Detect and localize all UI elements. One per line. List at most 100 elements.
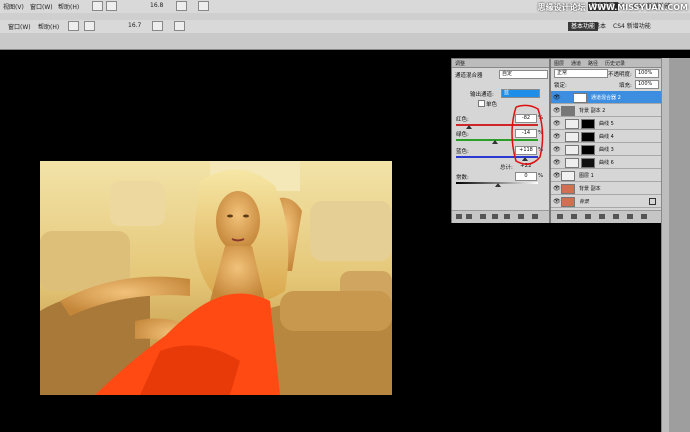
view-previous-icon[interactable] [504,214,510,219]
zoom-level[interactable]: 16.7 [128,22,141,29]
opacity-label: 不透明度: [608,72,632,78]
zoom-level[interactable]: 16.8 [150,2,163,9]
output-channel-dropdown[interactable]: 蓝 [501,89,540,98]
grid-icon[interactable] [92,1,103,11]
eye-icon[interactable]: 👁 [553,133,561,140]
layer-row[interactable]: 👁 曲线 3 [551,143,661,156]
eye-icon[interactable]: 👁 [553,185,561,192]
back-arrow-icon[interactable] [456,214,462,219]
adjustments-panel: 调整 通道混合器 自定 输出通道: 蓝 单色 红色: -82 % 绿色: -14… [451,58,550,223]
workspace-cs4[interactable]: CS4 新增功能 [613,22,651,31]
green-label: 绿色: [456,132,469,138]
menu-view[interactable]: 视图(V) [3,2,24,11]
arrange-icon[interactable] [176,1,187,11]
menu-help[interactable]: 帮助(H) [58,2,79,11]
annotation-circle [511,104,544,165]
eye-icon[interactable]: 👁 [553,107,561,114]
reset-icon[interactable] [518,214,524,219]
layer-row[interactable]: 👁 背景 副本 2 [551,104,661,117]
eye-icon[interactable]: 👁 [553,198,561,205]
layer-list: 👁 通道混合器 2 👁 背景 副本 2 👁 曲线 5 👁 曲线 4 👁 曲线 3 [551,91,661,209]
eye-icon[interactable]: 👁 [553,120,561,127]
curves-thumbnail [565,145,579,155]
layer-row[interactable]: 👁 曲线 6 [551,156,661,169]
mask-icon[interactable] [585,214,591,219]
layer-row[interactable]: 👁 通道混合器 2 [551,91,661,104]
layers-tab-bar: 图层 通道 路径 历史记录 [551,59,661,68]
adjustment-layer-icon[interactable] [599,214,605,219]
blue-label: 蓝色: [456,149,469,155]
options-bar-secondary [0,33,690,50]
opacity-field[interactable]: 100% [635,69,659,78]
expand-icon[interactable] [466,214,472,219]
menu-window[interactable]: 窗口(W) [30,2,53,11]
layer-row[interactable]: 👁 曲线 5 [551,117,661,130]
eye-icon[interactable]: 👁 [553,94,561,101]
link-icon[interactable] [557,214,563,219]
preset-dropdown[interactable]: 自定 [499,70,548,79]
tab-history[interactable]: 历史记录 [605,60,625,67]
green-slider-handle[interactable] [492,140,498,144]
curves-thumbnail [565,132,579,142]
grid-icon[interactable] [68,21,79,31]
new-layer-icon[interactable] [627,214,633,219]
eye-icon[interactable]: 👁 [553,146,561,153]
visibility-icon[interactable] [492,214,498,219]
adjustment-title: 通道混合器 [455,73,483,79]
layer-thumbnail [561,106,575,116]
layer-thumbnail [561,171,575,181]
zoom-icon[interactable] [106,1,117,11]
tab-channels[interactable]: 通道 [571,60,581,67]
eye-icon[interactable]: 👁 [553,159,561,166]
document-image [40,161,392,395]
photo-woman-on-sofa [40,161,392,395]
trash-icon[interactable] [641,214,647,219]
layer-row[interactable]: 👁 背景 [551,195,661,208]
monochrome-label: 单色 [486,102,498,108]
layer-row[interactable]: 👁 曲线 4 [551,130,661,143]
folder-icon[interactable] [613,214,619,219]
mask-thumbnail [581,145,595,155]
layer-row[interactable]: 👁 图层 1 [551,169,661,182]
mask-thumbnail [581,119,595,129]
trash-icon[interactable] [532,214,538,219]
constant-slider-handle[interactable] [495,183,501,187]
constant-value-field[interactable]: 0 [515,172,537,181]
workspace-basic[interactable]: 基本 [594,22,606,31]
zoom-icon[interactable] [84,21,95,31]
mask-thumbnail [581,132,595,142]
fx-icon[interactable] [571,214,577,219]
screen-mode-icon[interactable] [198,1,209,11]
layer-name: 曲线 4 [599,134,614,140]
layer-name: 曲线 6 [599,160,614,166]
red-slider-handle[interactable] [466,125,472,129]
constant-unit: % [538,173,544,179]
clip-layer-icon[interactable] [480,214,486,219]
screen-mode-icon[interactable] [174,21,185,31]
layer-thumbnail [561,184,575,194]
blend-mode-dropdown[interactable]: 正常 [554,69,608,78]
curves-thumbnail [565,119,579,129]
adjustments-footer [452,210,549,223]
fill-label: 填充: [619,83,632,89]
arrange-icon[interactable] [152,21,163,31]
red-label: 红色: [456,117,469,123]
layers-panel: 图层 通道 路径 历史记录 正常 不透明度: 100% 锁定: 填充: 100%… [550,58,662,223]
menu-window[interactable]: 窗口(W) [8,22,31,31]
tab-paths[interactable]: 路径 [588,60,598,67]
adjustment-thumbnail [573,93,587,103]
panel-dock [669,58,690,432]
layer-row[interactable]: 👁 背景 副本 [551,182,661,195]
tab-adjustments[interactable]: 调整 [455,60,465,67]
curves-thumbnail [565,158,579,168]
menu-bar: 视图(V) 窗口(W) 帮助(H) 16.8 基本功能 基本 CS4 新增功能 … [0,0,690,14]
menu-help[interactable]: 帮助(H) [38,22,59,31]
eye-icon[interactable]: 👁 [553,172,561,179]
menu-bar-secondary: 窗口(W) 帮助(H) 16.7 基本功能 基本 CS4 新增功能 [0,20,690,34]
layer-name: 曲线 5 [599,121,614,127]
monochrome-checkbox[interactable] [478,100,485,107]
tab-layers[interactable]: 图层 [554,60,564,67]
fill-field[interactable]: 100% [635,80,659,89]
layer-name: 背景 副本 2 [579,108,606,114]
layer-name: 背景 副本 [579,186,601,192]
